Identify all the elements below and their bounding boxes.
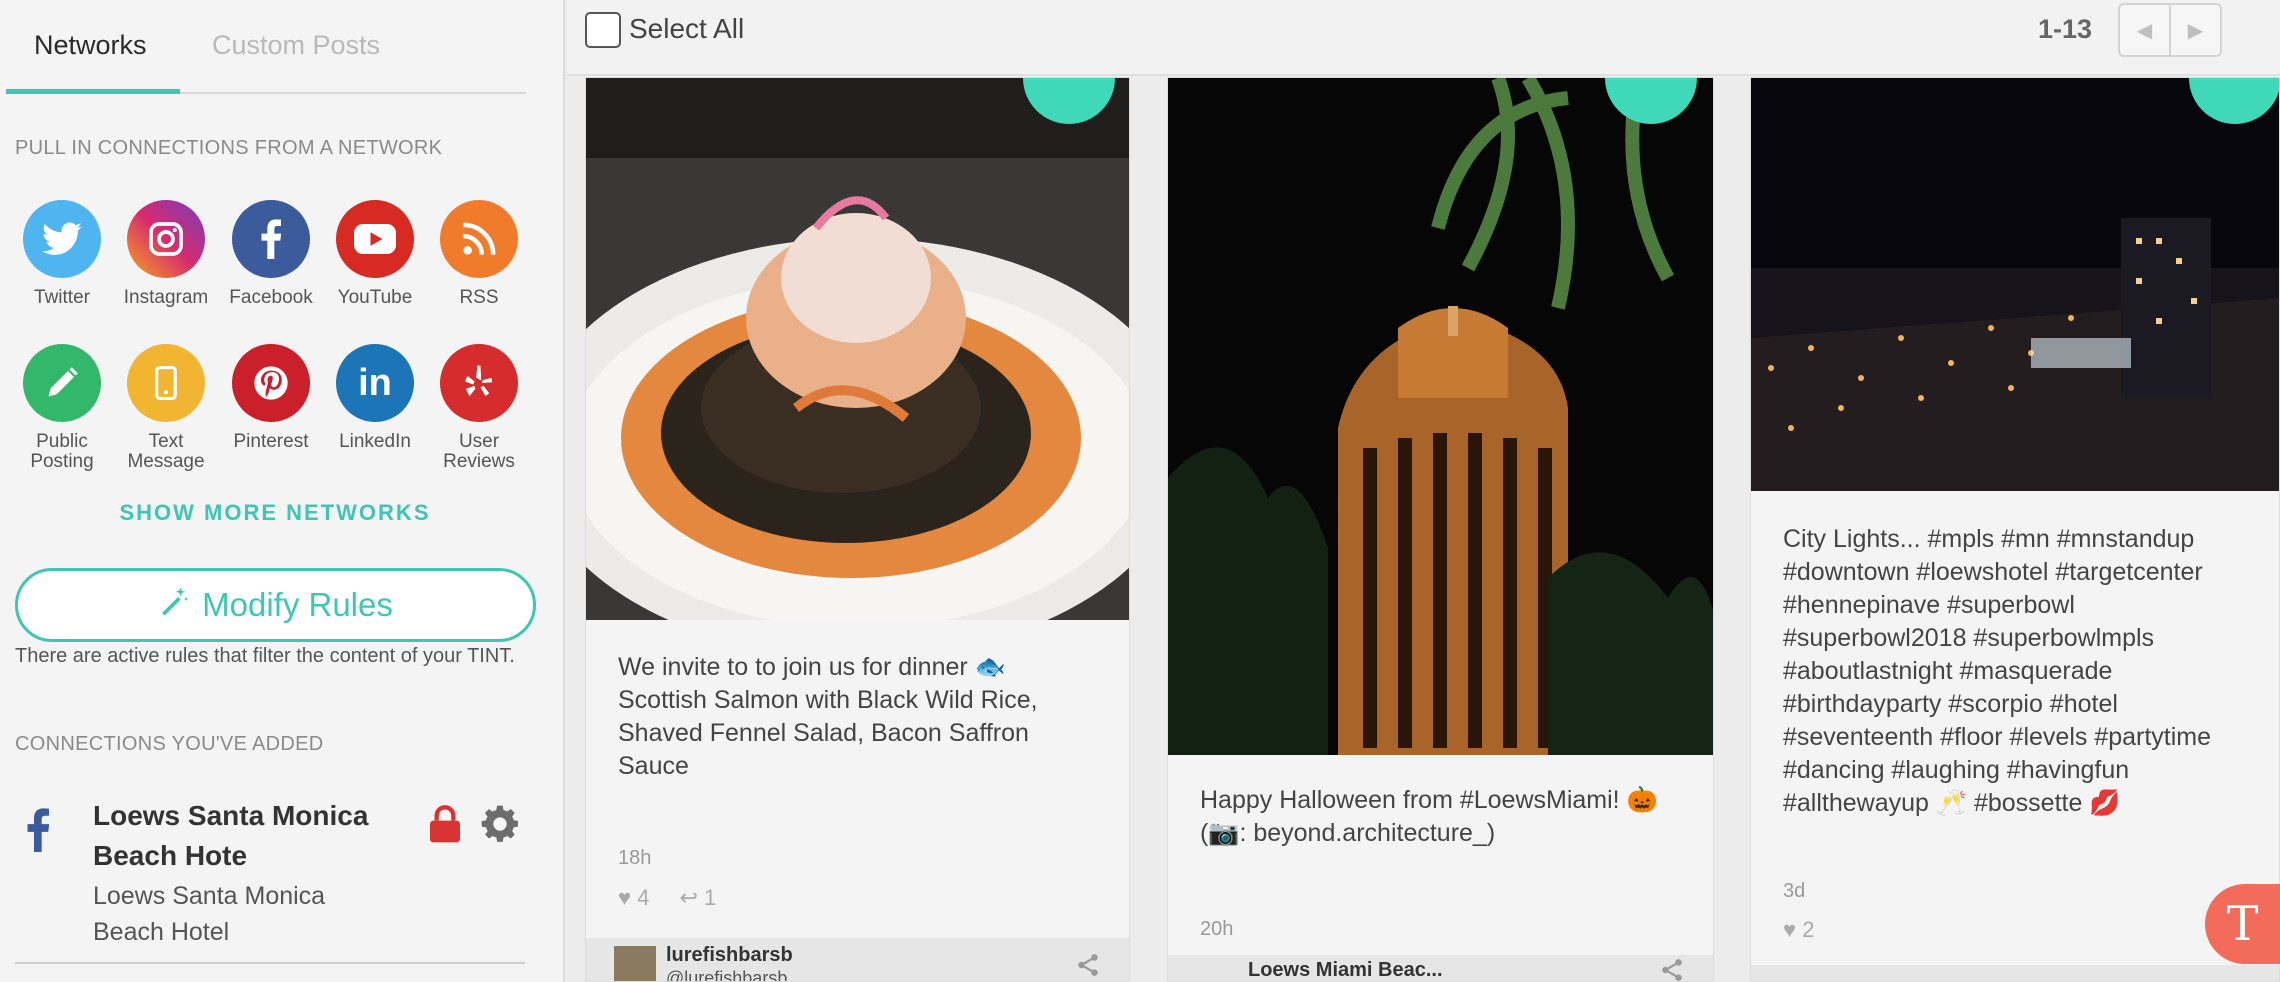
select-all-label[interactable]: Select All xyxy=(629,13,744,45)
post-author: lurefishbarsb xyxy=(666,944,793,966)
post-text: City Lights... #mpls #mn #mnstandup #dow… xyxy=(1783,525,2212,817)
youtube-icon xyxy=(336,200,414,278)
network-linkedin[interactable]: in LinkedIn xyxy=(325,344,425,452)
like-count: 2 xyxy=(1802,917,1815,942)
post-card[interactable]: We invite to to join us for dinner 🐟 Sco… xyxy=(585,77,1130,982)
tab-networks[interactable]: Networks xyxy=(34,30,147,61)
active-tab-indicator xyxy=(6,89,180,94)
pull-connections-title: PULL IN CONNECTIONS FROM A NETWORK xyxy=(15,137,443,159)
tint-logo-button[interactable]: T xyxy=(2205,884,2280,964)
connection-name: Loews Santa Monica Beach Hote xyxy=(93,800,369,871)
reply-icon[interactable]: ↩ xyxy=(679,885,697,910)
network-label: Text Message xyxy=(127,431,205,472)
post-age: 20h xyxy=(1200,918,1234,940)
yelp-icon xyxy=(440,344,518,422)
magic-wand-icon xyxy=(158,585,190,625)
likes: ♥ 4 xyxy=(618,885,649,911)
network-public-posting[interactable]: Public Posting xyxy=(12,344,112,472)
post-card[interactable]: City Lights... #mpls #mn #mnstandup #dow… xyxy=(1750,77,2280,982)
network-facebook[interactable]: Facebook xyxy=(221,200,321,308)
post-image xyxy=(586,78,1129,620)
likes: ♥ 2 xyxy=(1783,917,1814,943)
twitter-icon xyxy=(23,200,101,278)
network-text-message[interactable]: Text Message xyxy=(116,344,216,472)
network-label: RSS xyxy=(459,287,499,308)
connection-item: Loews Santa Monica Beach Hote Loews Sant… xyxy=(15,790,535,970)
replies: ↩ 1 xyxy=(679,885,716,911)
post-handle: @lurefishbarsb xyxy=(666,968,788,982)
divider xyxy=(15,962,525,964)
facebook-icon xyxy=(25,808,51,857)
network-label: Public Posting xyxy=(30,431,94,472)
network-label: User Reviews xyxy=(443,431,515,472)
lock-icon[interactable] xyxy=(428,804,462,849)
share-icon[interactable] xyxy=(1659,957,1685,981)
reply-count: 1 xyxy=(704,885,717,910)
post-footer xyxy=(1751,965,2279,981)
post-age: 3d xyxy=(1783,880,1806,902)
network-youtube[interactable]: YouTube xyxy=(325,200,425,308)
pencil-icon xyxy=(23,344,101,422)
post-image xyxy=(1751,78,2279,491)
tabs: Networks Custom Posts xyxy=(6,0,526,94)
share-icon[interactable] xyxy=(1075,952,1101,981)
network-label: Twitter xyxy=(34,287,90,308)
phone-icon xyxy=(127,344,205,422)
post-card[interactable]: Happy Halloween from #LoewsMiami! 🎃 (📷: … xyxy=(1167,77,1714,982)
facebook-icon xyxy=(232,200,310,278)
post-text: We invite to to join us for dinner 🐟 Sco… xyxy=(618,653,1038,780)
chevron-right-icon[interactable]: ▶ xyxy=(2171,5,2220,55)
gear-icon[interactable] xyxy=(480,804,520,849)
connections-title: CONNECTIONS YOU'VE ADDED xyxy=(15,733,324,755)
instagram-icon xyxy=(127,200,205,278)
modify-rules-label: Modify Rules xyxy=(202,586,393,623)
connection-subtitle: Loews Santa Monica Beach Hotel xyxy=(93,882,326,946)
post-author: Loews Miami Beac... xyxy=(1248,959,1443,981)
network-rss[interactable]: RSS xyxy=(429,200,529,308)
like-count: 4 xyxy=(637,885,650,910)
avatar xyxy=(614,946,656,981)
tab-custom-posts[interactable]: Custom Posts xyxy=(212,30,380,61)
post-age: 18h xyxy=(618,847,652,869)
show-more-networks-link[interactable]: SHOW MORE NETWORKS xyxy=(0,500,550,526)
network-instagram[interactable]: Instagram xyxy=(116,200,216,308)
toolbar: Select All 1-13 ◀ ▶ xyxy=(567,0,2280,76)
post-stats: ♥ 2 xyxy=(1783,917,1814,943)
pager: ◀ ▶ xyxy=(2118,3,2222,57)
rss-icon xyxy=(440,200,518,278)
post-stats: ♥ 4 ↩ 1 xyxy=(618,885,716,911)
post-text: Happy Halloween from #LoewsMiami! 🎃 (📷: … xyxy=(1200,786,1658,847)
network-pinterest[interactable]: Pinterest xyxy=(221,344,321,452)
page-count: 1-13 xyxy=(2038,14,2093,44)
tint-t-icon: T xyxy=(2226,896,2259,952)
heart-icon[interactable]: ♥ xyxy=(1783,917,1796,942)
network-user-reviews[interactable]: User Reviews xyxy=(429,344,529,472)
pinterest-icon xyxy=(232,344,310,422)
network-label: Instagram xyxy=(123,287,209,308)
network-label: LinkedIn xyxy=(339,431,411,452)
post-image xyxy=(1168,78,1713,755)
sidebar: Networks Custom Posts PULL IN CONNECTION… xyxy=(0,0,565,982)
linkedin-icon: in xyxy=(336,344,414,422)
modify-rules-button[interactable]: Modify Rules xyxy=(15,568,536,642)
network-label: Facebook xyxy=(229,287,313,308)
chevron-left-icon[interactable]: ◀ xyxy=(2120,5,2171,55)
post-footer: lurefishbarsb @lurefishbarsb xyxy=(586,938,1129,982)
select-all-checkbox[interactable] xyxy=(585,12,621,48)
heart-icon[interactable]: ♥ xyxy=(618,885,631,910)
network-label: YouTube xyxy=(337,287,413,308)
network-twitter[interactable]: Twitter xyxy=(12,200,112,308)
rules-note: There are active rules that filter the c… xyxy=(15,645,515,667)
network-label: Pinterest xyxy=(233,431,309,452)
post-footer: Loews Miami Beac... xyxy=(1168,955,1713,981)
